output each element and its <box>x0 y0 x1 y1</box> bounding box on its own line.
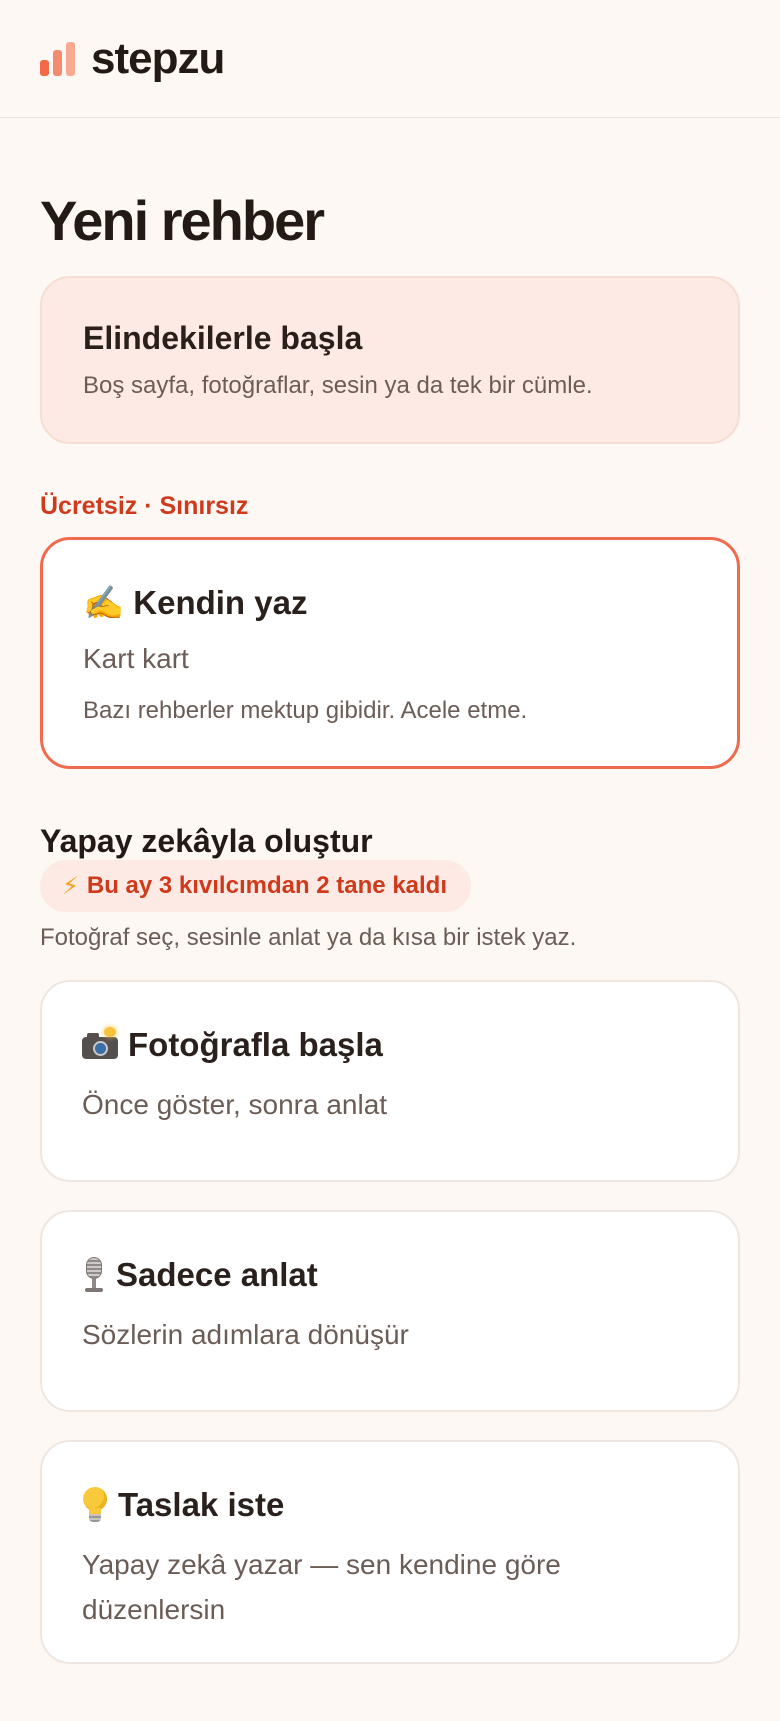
start-card-title: Elindekilerle başla <box>83 320 363 356</box>
draft-card-title: Taslak iste <box>82 1486 284 1524</box>
lightning-icon: ⚡ <box>62 872 79 900</box>
start-card-subtitle: Boş sayfa, fotoğraflar, sesin ya da tek … <box>83 372 593 399</box>
write-card-title-text: Kendin yaz <box>133 584 308 621</box>
voice-card-title: Sadece anlat <box>82 1256 318 1294</box>
write-card-title: ✍️ Kendin yaz <box>83 584 307 623</box>
draft-card-title-text: Taslak iste <box>118 1486 285 1523</box>
just-tell-card[interactable]: Sadece anlat Sözlerin adımlara dönüşür <box>40 1210 740 1412</box>
write-yourself-card[interactable]: ✍️ Kendin yaz Kart kart Bazı rehberler m… <box>40 537 740 769</box>
voice-card-title-text: Sadece anlat <box>116 1256 318 1293</box>
page-title: Yeni rehber <box>40 189 325 252</box>
spark-quota-badge: ⚡ Bu ay 3 kıvılcımdan 2 tane kaldı <box>40 860 472 912</box>
brand-name: stepzu <box>91 33 225 83</box>
write-card-subtitle: Kart kart <box>83 643 189 674</box>
spark-quota-text: Bu ay 3 kıvılcımdan 2 tane kaldı <box>86 872 448 899</box>
voice-card-subtitle: Sözlerin adımlara dönüşür <box>82 1319 409 1350</box>
draft-card-subtitle: Yapay zekâ yazar — sen kendine göre düze… <box>82 1549 561 1625</box>
top-bar: stepzu <box>0 0 780 118</box>
photo-card-title-text: Fotoğrafla başla <box>128 1026 383 1063</box>
microphone-icon <box>82 1257 106 1293</box>
lightbulb-icon <box>82 1487 108 1523</box>
start-with-photo-card[interactable]: Fotoğrafla başla Önce göster, sonra anla… <box>40 980 740 1182</box>
free-unlimited-label: Ücretsiz · Sınırsız <box>40 492 249 520</box>
request-draft-card[interactable]: Taslak iste Yapay zekâ yazar — sen kendi… <box>40 1440 740 1664</box>
photo-card-title: Fotoğrafla başla <box>82 1026 383 1064</box>
logo-bars-icon <box>40 41 75 76</box>
write-card-note: Bazı rehberler mektup gibidir. Acele etm… <box>83 697 528 724</box>
start-with-materials-card[interactable]: Elindekilerle başla Boş sayfa, fotoğrafl… <box>40 276 740 444</box>
camera-flash-icon <box>82 1027 118 1059</box>
writing-hand-icon: ✍️ <box>83 584 125 621</box>
ai-section-title: Yapay zekâyla oluştur <box>40 823 373 859</box>
ai-section-description: Fotoğraf seç, sesinle anlat ya da kısa b… <box>40 924 577 951</box>
photo-card-subtitle: Önce göster, sonra anlat <box>82 1089 388 1120</box>
